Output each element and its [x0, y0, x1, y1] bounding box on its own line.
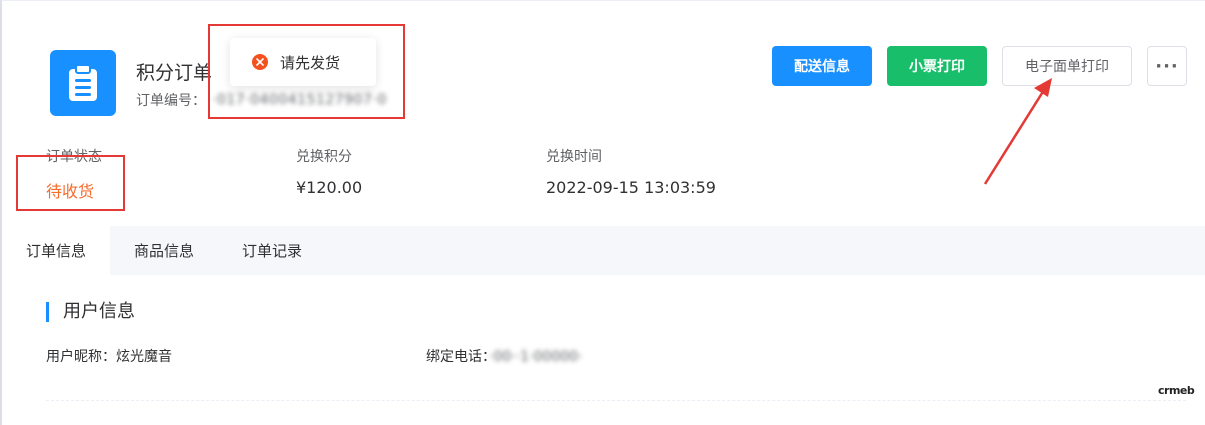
annotation-arrow	[983, 78, 1052, 185]
